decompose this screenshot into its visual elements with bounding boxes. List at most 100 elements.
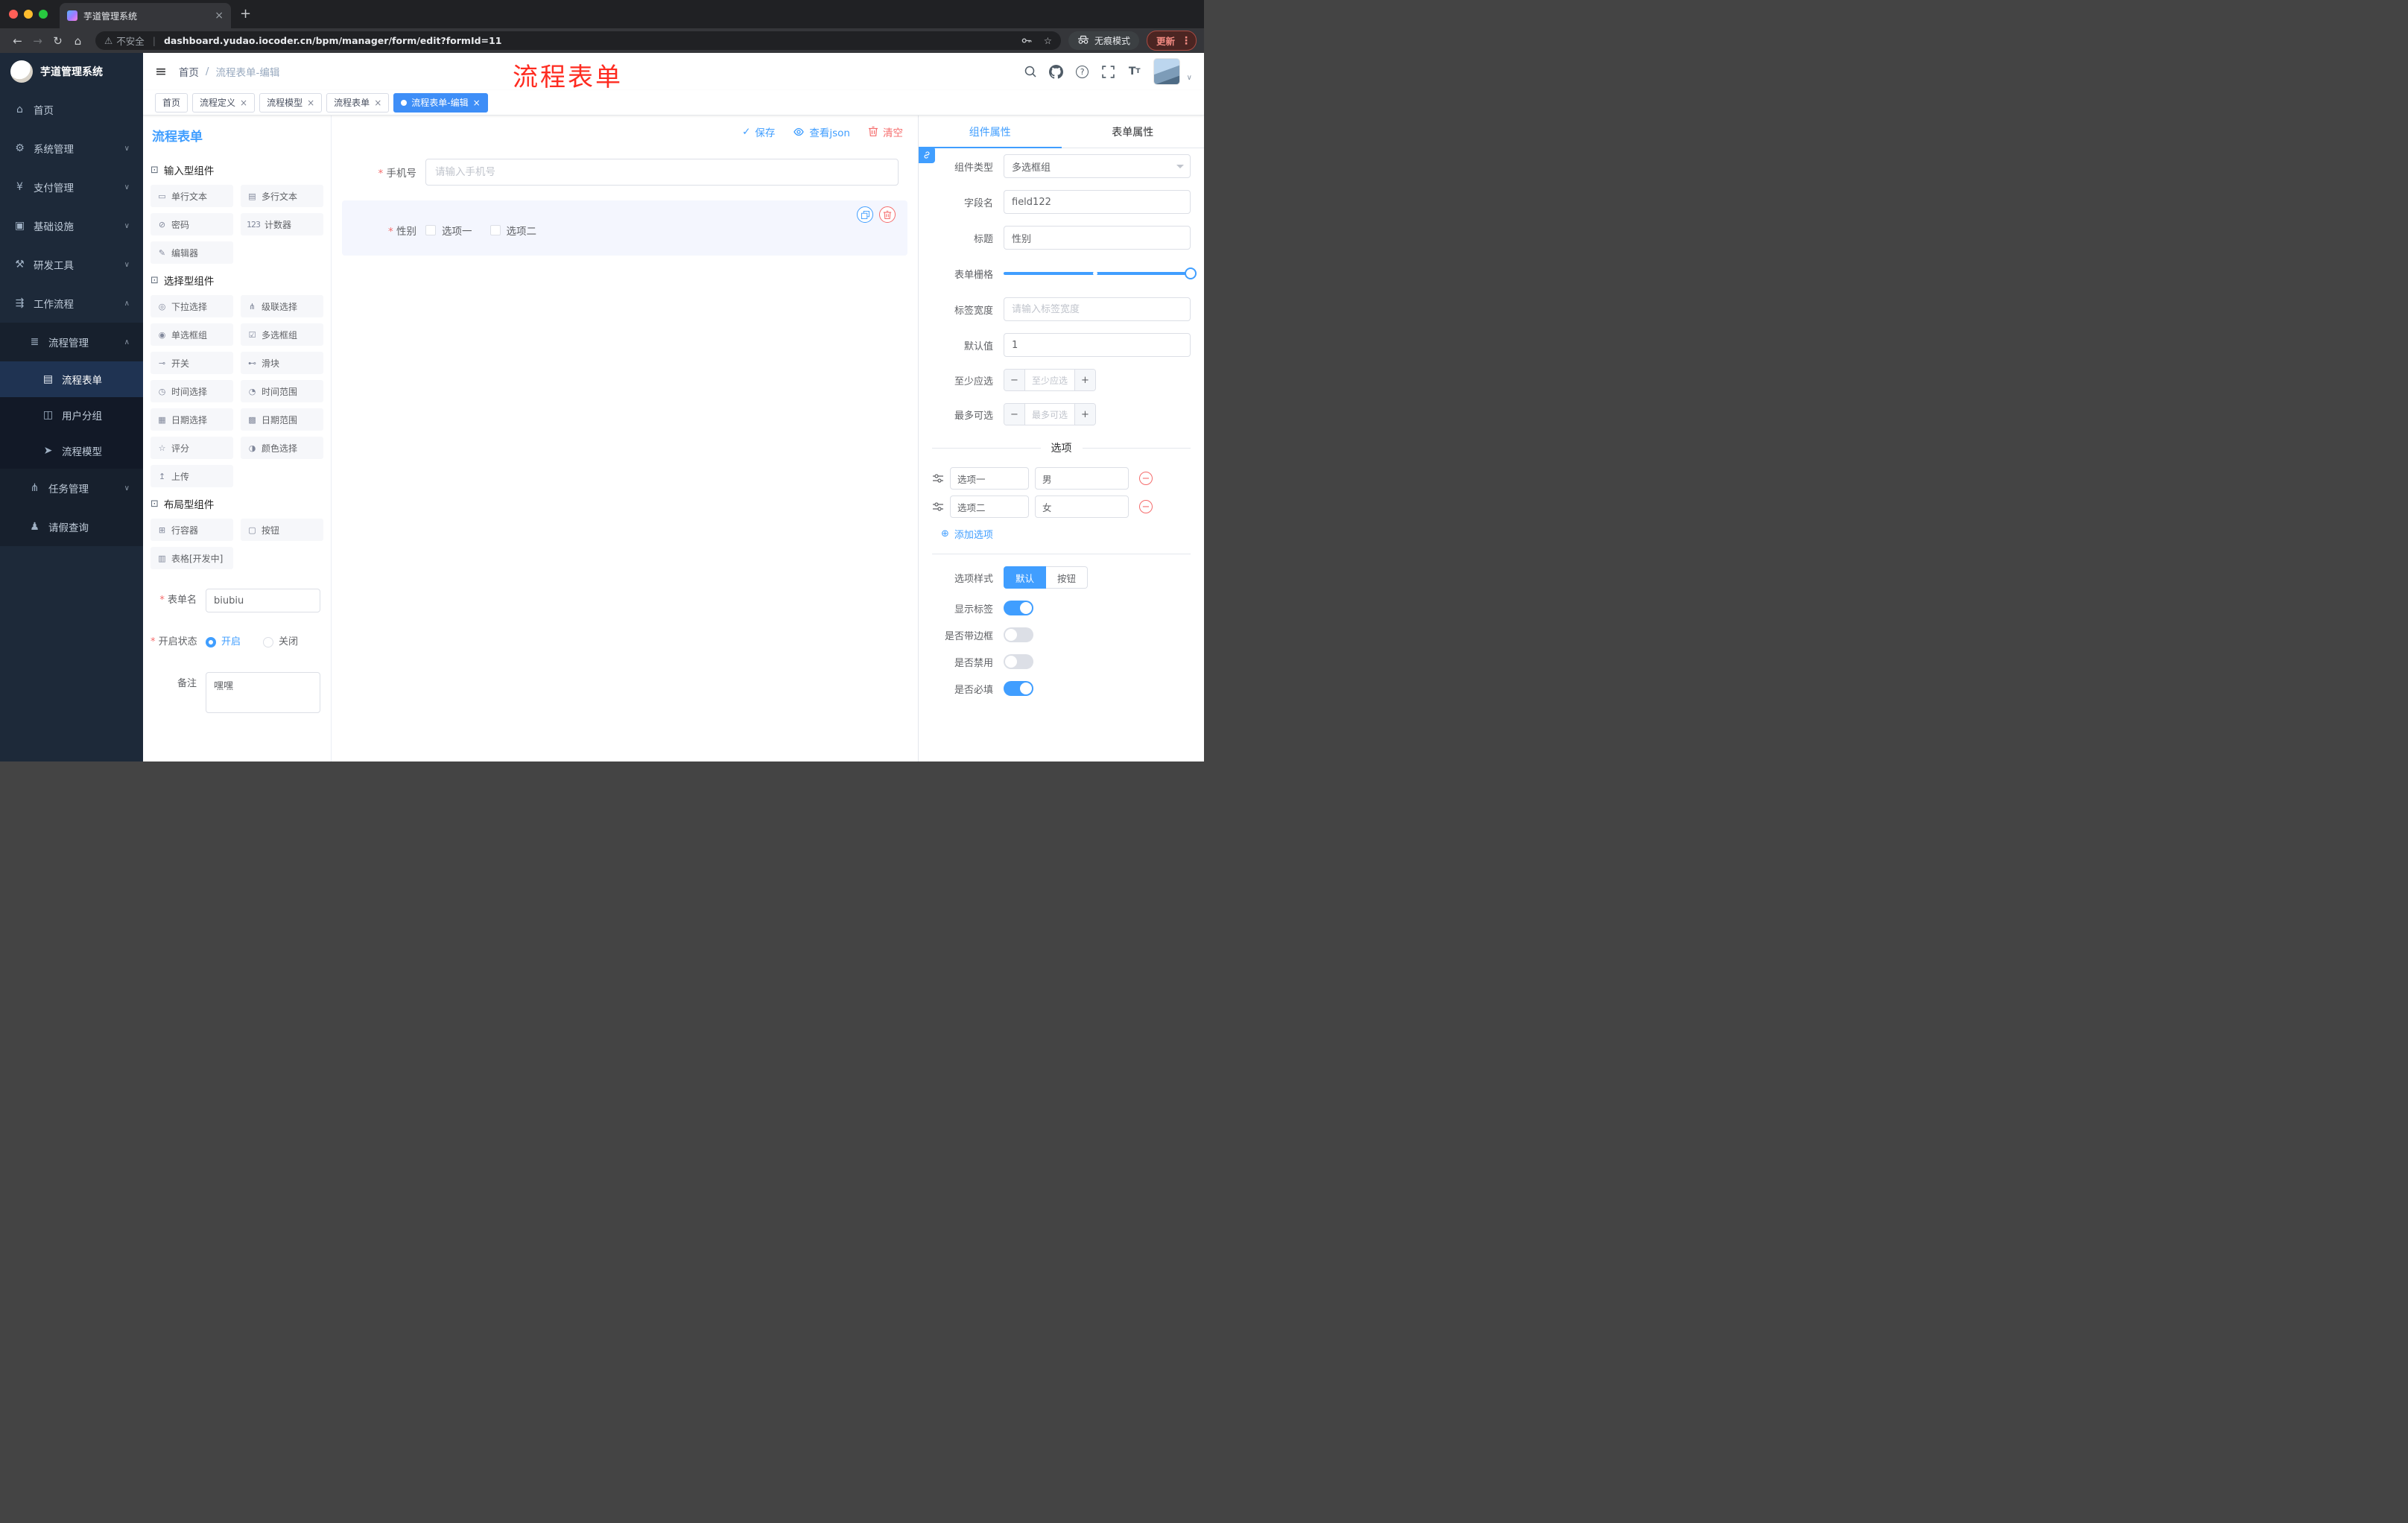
tag-close-icon[interactable]: × bbox=[374, 98, 381, 108]
tag-close-icon[interactable]: × bbox=[307, 98, 314, 108]
add-option-button[interactable]: ⊕ 添加选项 bbox=[941, 527, 1191, 541]
forward-icon[interactable]: → bbox=[28, 34, 48, 48]
component-chip-time-picker[interactable]: ◷ 时间选择 bbox=[150, 380, 233, 402]
component-chip-color-picker[interactable]: ◑ 颜色选择 bbox=[241, 437, 323, 459]
sidebar-item-leave-query[interactable]: ♟ 请假查询 bbox=[0, 507, 143, 546]
sidebar-item-workflow[interactable]: ⇶ 工作流程 ∧ bbox=[0, 284, 143, 323]
label-width-input[interactable] bbox=[1004, 297, 1191, 321]
phone-input[interactable] bbox=[425, 159, 899, 186]
tab-form-properties[interactable]: 表单属性 bbox=[1062, 115, 1205, 148]
component-chip-rate[interactable]: ☆ 评分 bbox=[150, 437, 233, 459]
component-chip-date-picker[interactable]: ▦ 日期选择 bbox=[150, 408, 233, 431]
sidebar-item-process-model[interactable]: ➤ 流程模型 bbox=[0, 433, 143, 469]
font-size-icon[interactable]: TT bbox=[1127, 64, 1142, 79]
copy-component-icon[interactable] bbox=[857, 206, 873, 223]
app-logo[interactable]: 芋道管理系统 bbox=[0, 53, 143, 90]
sidebar-collapse-icon[interactable]: ≡ bbox=[155, 63, 167, 80]
title-input[interactable] bbox=[1004, 226, 1191, 250]
drag-handle-icon[interactable] bbox=[932, 473, 944, 484]
status-radio-on[interactable]: 开启 bbox=[206, 630, 241, 654]
option-label-input[interactable] bbox=[950, 495, 1029, 518]
window-close-button[interactable] bbox=[9, 10, 18, 19]
clear-button[interactable]: 清空 bbox=[868, 124, 903, 139]
field-name-input[interactable] bbox=[1004, 190, 1191, 214]
form-grid-slider[interactable] bbox=[1004, 262, 1197, 285]
save-button[interactable]: ✓ 保存 bbox=[742, 124, 775, 139]
github-icon[interactable] bbox=[1049, 64, 1064, 79]
window-zoom-button[interactable] bbox=[39, 10, 48, 19]
browser-tab[interactable]: 芋道管理系统 × bbox=[60, 3, 231, 28]
window-minimize-button[interactable] bbox=[24, 10, 33, 19]
security-indicator[interactable]: ⚠ 不安全 bbox=[104, 34, 145, 48]
default-value-input[interactable] bbox=[1004, 333, 1191, 357]
component-chip-radio-group[interactable]: ◉ 单选框组 bbox=[150, 323, 233, 346]
home-icon[interactable]: ⌂ bbox=[68, 34, 88, 48]
delete-component-icon[interactable] bbox=[879, 206, 896, 223]
option-value-input[interactable] bbox=[1035, 495, 1129, 518]
sidebar-item-devtools[interactable]: ⚒ 研发工具 ∨ bbox=[0, 245, 143, 284]
sidebar-item-user-group[interactable]: ◫ 用户分组 bbox=[0, 397, 143, 433]
tag-process-model[interactable]: 流程模型 × bbox=[259, 92, 323, 113]
tag-close-icon[interactable]: × bbox=[240, 98, 247, 108]
component-chip-cascader[interactable]: ⋔ 级联选择 bbox=[241, 295, 323, 317]
style-button-button[interactable]: 按钮 bbox=[1046, 566, 1089, 589]
reload-icon[interactable]: ↻ bbox=[48, 34, 68, 48]
back-icon[interactable]: ← bbox=[7, 34, 28, 48]
bookmark-star-icon[interactable]: ☆ bbox=[1044, 35, 1052, 46]
form-name-input[interactable] bbox=[206, 589, 320, 612]
view-json-button[interactable]: 查看json bbox=[793, 124, 850, 139]
password-key-icon[interactable] bbox=[1021, 35, 1032, 46]
link-icon[interactable] bbox=[919, 147, 935, 163]
tab-close-icon[interactable]: × bbox=[215, 10, 224, 22]
tag-close-icon[interactable]: × bbox=[473, 98, 481, 108]
gender-option-2-checkbox[interactable]: 选项二 bbox=[489, 223, 536, 238]
remove-option-icon[interactable]: − bbox=[1139, 472, 1153, 485]
canvas-field-gender-selected[interactable]: 性别 选项一 选项二 bbox=[342, 200, 907, 256]
max-select-placeholder[interactable]: 最多可选 bbox=[1025, 404, 1074, 425]
disabled-toggle[interactable] bbox=[1004, 654, 1033, 669]
sidebar-item-system[interactable]: ⚙ 系统管理 ∨ bbox=[0, 129, 143, 168]
sidebar-item-payment[interactable]: ¥ 支付管理 ∨ bbox=[0, 168, 143, 206]
component-chip-select[interactable]: ◎ 下拉选择 bbox=[150, 295, 233, 317]
sidebar-item-home[interactable]: ⌂ 首页 bbox=[0, 90, 143, 129]
canvas-field-phone[interactable]: 手机号 bbox=[342, 153, 907, 191]
component-chip-upload[interactable]: ↥ 上传 bbox=[150, 465, 233, 487]
option-label-input[interactable] bbox=[950, 467, 1029, 490]
min-select-placeholder[interactable]: 至少应选 bbox=[1025, 370, 1074, 390]
border-toggle[interactable] bbox=[1004, 627, 1033, 642]
sidebar-item-infrastructure[interactable]: ▣ 基础设施 ∨ bbox=[0, 206, 143, 245]
component-chip-row-container[interactable]: ⊞ 行容器 bbox=[150, 519, 233, 541]
show-label-toggle[interactable] bbox=[1004, 601, 1033, 615]
component-chip-editor[interactable]: ✎ 编辑器 bbox=[150, 241, 233, 264]
component-chip-time-range[interactable]: ◔ 时间范围 bbox=[241, 380, 323, 402]
tag-process-form[interactable]: 流程表单 × bbox=[326, 92, 390, 113]
remove-option-icon[interactable]: − bbox=[1139, 500, 1153, 513]
search-icon[interactable] bbox=[1023, 64, 1038, 79]
style-default-button[interactable]: 默认 bbox=[1004, 566, 1047, 589]
form-remark-textarea[interactable]: 嘿嘿 bbox=[206, 672, 320, 713]
component-chip-button[interactable]: ▢ 按钮 bbox=[241, 519, 323, 541]
stepper-increase-button[interactable]: + bbox=[1074, 404, 1095, 425]
new-tab-button[interactable]: + bbox=[240, 7, 251, 21]
stepper-increase-button[interactable]: + bbox=[1074, 370, 1095, 390]
component-chip-switch[interactable]: ⊸ 开关 bbox=[150, 352, 233, 374]
tag-process-form-edit[interactable]: 流程表单-编辑 × bbox=[393, 92, 488, 113]
stepper-decrease-button[interactable]: − bbox=[1004, 404, 1025, 425]
component-chip-checkbox-group[interactable]: ☑ 多选框组 bbox=[241, 323, 323, 346]
tag-home[interactable]: 首页 bbox=[155, 92, 188, 113]
status-radio-off[interactable]: 关闭 bbox=[263, 630, 298, 654]
help-icon[interactable]: ? bbox=[1075, 64, 1090, 79]
tag-process-definition[interactable]: 流程定义 × bbox=[192, 92, 256, 113]
breadcrumb-home[interactable]: 首页 bbox=[179, 64, 199, 79]
component-chip-counter[interactable]: 123 计数器 bbox=[241, 213, 323, 235]
user-avatar[interactable] bbox=[1153, 58, 1180, 85]
address-bar[interactable]: ⚠ 不安全 | dashboard.yudao.iocoder.cn/bpm/m… bbox=[95, 31, 1061, 50]
stepper-decrease-button[interactable]: − bbox=[1004, 370, 1025, 390]
sidebar-item-process-form[interactable]: ▤ 流程表单 bbox=[0, 361, 143, 397]
gender-option-1-checkbox[interactable]: 选项一 bbox=[425, 223, 472, 238]
browser-menu-icon[interactable]: ⋮ bbox=[1181, 35, 1191, 47]
sidebar-item-process-management[interactable]: ≣ 流程管理 ∧ bbox=[0, 323, 143, 361]
component-type-select[interactable] bbox=[1004, 154, 1191, 178]
required-toggle[interactable] bbox=[1004, 681, 1033, 696]
component-chip-table[interactable]: ▥ 表格[开发中] bbox=[150, 547, 233, 569]
